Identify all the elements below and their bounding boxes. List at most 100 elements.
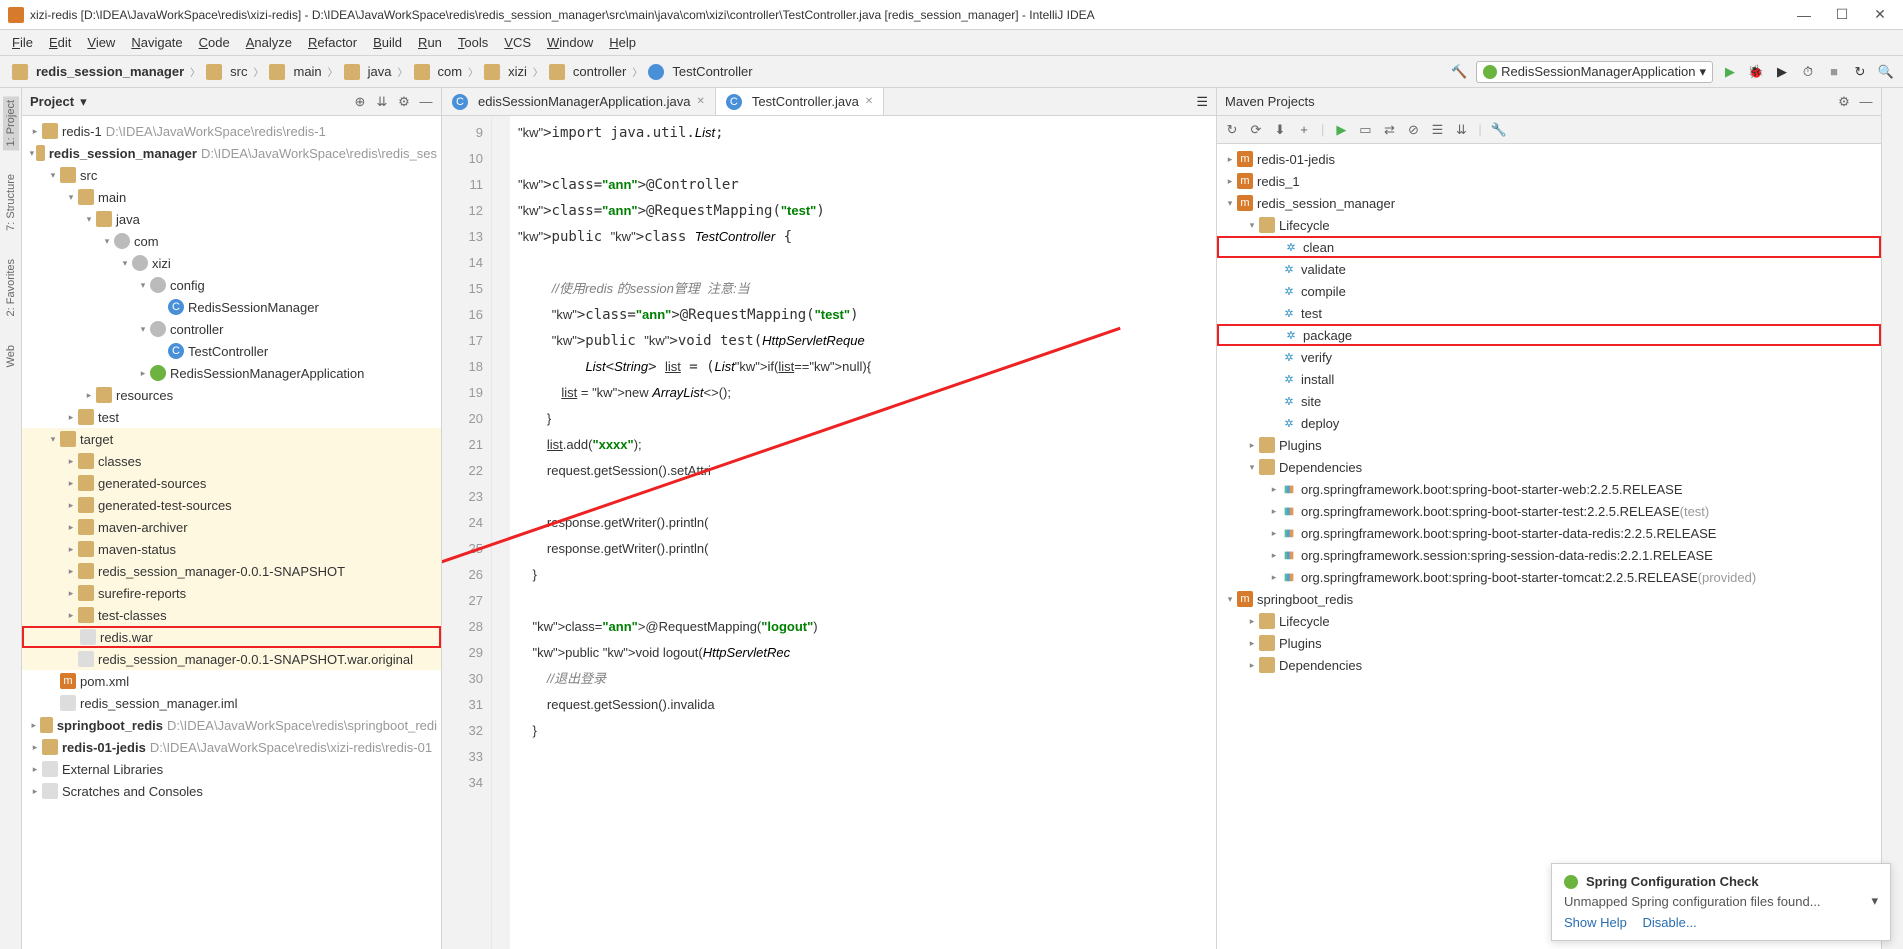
run-icon[interactable]: ▶ [1334, 123, 1348, 137]
execute-icon[interactable]: ▭ [1358, 123, 1372, 137]
tree-arrow-icon[interactable]: ▾ [136, 280, 150, 291]
settings-icon[interactable]: 🔧 [1492, 123, 1506, 137]
search-button[interactable]: 🔍 [1877, 63, 1895, 81]
tree-arrow-icon[interactable]: ▸ [64, 412, 78, 423]
tree-arrow-icon[interactable]: ▸ [28, 786, 42, 797]
tree-item-redis-war[interactable]: redis.war [22, 626, 441, 648]
project-tree[interactable]: ▸redis-1D:\IDEA\JavaWorkSpace\redis\redi… [22, 116, 441, 949]
tree-item-target[interactable]: ▾target [22, 428, 441, 450]
coverage-button[interactable]: ▶ [1773, 63, 1791, 81]
tree-arrow-icon[interactable]: ▾ [1245, 462, 1259, 473]
tree-arrow-icon[interactable]: ▸ [64, 456, 78, 467]
tree-arrow-icon[interactable]: ▸ [64, 500, 78, 511]
tree-arrow-icon[interactable]: ▾ [100, 236, 114, 247]
tree-arrow-icon[interactable]: ▸ [28, 126, 42, 137]
maven-item-validate[interactable]: ✲validate [1217, 258, 1881, 280]
maven-item-deploy[interactable]: ✲deploy [1217, 412, 1881, 434]
reimport-icon[interactable]: ↻ [1225, 123, 1239, 137]
tree-arrow-icon[interactable]: ▾ [82, 214, 96, 225]
tree-arrow-icon[interactable]: ▾ [46, 170, 60, 181]
generate-icon[interactable]: ⟳ [1249, 123, 1263, 137]
breadcrumb-xizi[interactable]: xizi [480, 62, 531, 82]
tree-item-config[interactable]: ▾config [22, 274, 441, 296]
menu-refactor[interactable]: Refactor [300, 33, 365, 52]
tree-arrow-icon[interactable]: ▸ [28, 720, 40, 731]
tree-arrow-icon[interactable]: ▸ [1245, 616, 1259, 627]
maven-item-site[interactable]: ✲site [1217, 390, 1881, 412]
menu-run[interactable]: Run [410, 33, 450, 52]
menu-window[interactable]: Window [539, 33, 601, 52]
breadcrumb-TestController[interactable]: TestController [644, 62, 756, 82]
menu-edit[interactable]: Edit [41, 33, 79, 52]
tree-item-redis_session_manager-iml[interactable]: redis_session_manager.iml [22, 692, 441, 714]
tree-item-main[interactable]: ▾main [22, 186, 441, 208]
tree-item-controller[interactable]: ▾controller [22, 318, 441, 340]
run-config-dropdown[interactable]: RedisSessionManagerApplication ▾ [1476, 61, 1713, 83]
add-icon[interactable]: + [1297, 123, 1311, 137]
maven-item-plugins[interactable]: ▸Plugins [1217, 632, 1881, 654]
breadcrumb-java[interactable]: java [340, 62, 396, 82]
maven-item-clean[interactable]: ✲clean [1217, 236, 1881, 258]
tree-item-external-libraries[interactable]: ▸External Libraries [22, 758, 441, 780]
tree-arrow-icon[interactable]: ▸ [64, 544, 78, 555]
tree-arrow-icon[interactable]: ▸ [64, 478, 78, 489]
tree-arrow-icon[interactable]: ▾ [64, 192, 78, 203]
tree-arrow-icon[interactable]: ▸ [82, 390, 96, 401]
hide-icon[interactable]: — [1859, 95, 1873, 109]
tool-tab-1-project[interactable]: 1: Project [3, 96, 19, 150]
tree-item-resources[interactable]: ▸resources [22, 384, 441, 406]
show-deps-icon[interactable]: ☰ [1430, 123, 1444, 137]
editor-tab-edissessionmanagerapplication-java[interactable]: CedisSessionManagerApplication.java✕ [442, 88, 716, 115]
tree-arrow-icon[interactable]: ▸ [64, 522, 78, 533]
maven-item-org-springframework-boot-spring-boot-starter-data-redis-2-2-5-release[interactable]: ▸▮▮▮org.springframework.boot:spring-boot… [1217, 522, 1881, 544]
menu-view[interactable]: View [79, 33, 123, 52]
gear-icon[interactable]: ⚙ [397, 95, 411, 109]
debug-button[interactable]: 🐞 [1747, 63, 1765, 81]
tree-item-redis-01-jedis[interactable]: ▸redis-01-jedisD:\IDEA\JavaWorkSpace\red… [22, 736, 441, 758]
toggle-icon[interactable]: ⇄ [1382, 123, 1396, 137]
tree-arrow-icon[interactable]: ▸ [1245, 638, 1259, 649]
maven-item-org-springframework-session-spring-session-data-redis-2-2-1-release[interactable]: ▸▮▮▮org.springframework.session:spring-s… [1217, 544, 1881, 566]
maven-item-springboot_redis[interactable]: ▾mspringboot_redis [1217, 588, 1881, 610]
tree-item-redis_session_manager[interactable]: ▾redis_session_managerD:\IDEA\JavaWorkSp… [22, 142, 441, 164]
chevron-down-icon[interactable]: ▾ [1871, 893, 1878, 909]
maven-item-org-springframework-boot-spring-boot-starter-test-2-2-5-release[interactable]: ▸▮▮▮org.springframework.boot:spring-boot… [1217, 500, 1881, 522]
tree-item-redis_session_manager-0-0-1-snapshot-war-original[interactable]: redis_session_manager-0.0.1-SNAPSHOT.war… [22, 648, 441, 670]
maven-item-package[interactable]: ✲package [1217, 324, 1881, 346]
gear-icon[interactable]: ⚙ [1837, 95, 1851, 109]
tree-item-springboot_redis[interactable]: ▸springboot_redisD:\IDEA\JavaWorkSpace\r… [22, 714, 441, 736]
tree-arrow-icon[interactable]: ▸ [1245, 660, 1259, 671]
maven-item-redis_session_manager[interactable]: ▾mredis_session_manager [1217, 192, 1881, 214]
tree-item-generated-sources[interactable]: ▸generated-sources [22, 472, 441, 494]
collapse-icon[interactable]: ⇊ [1454, 123, 1468, 137]
tree-item-redis-1[interactable]: ▸redis-1D:\IDEA\JavaWorkSpace\redis\redi… [22, 120, 441, 142]
close-button[interactable]: ✕ [1873, 8, 1887, 22]
tree-item-maven-status[interactable]: ▸maven-status [22, 538, 441, 560]
editor-content[interactable]: 9101112131415161718192021222324252627282… [442, 116, 1216, 949]
tree-arrow-icon[interactable]: ▾ [1223, 594, 1237, 605]
tree-arrow-icon[interactable]: ▸ [1267, 484, 1281, 495]
maven-item-test[interactable]: ✲test [1217, 302, 1881, 324]
tree-item-classes[interactable]: ▸classes [22, 450, 441, 472]
maximize-button[interactable]: ☐ [1835, 8, 1849, 22]
stop-button[interactable]: ■ [1825, 63, 1843, 81]
tree-arrow-icon[interactable]: ▸ [28, 742, 42, 753]
tree-item-surefire-reports[interactable]: ▸surefire-reports [22, 582, 441, 604]
breadcrumb-src[interactable]: src [202, 62, 251, 82]
maven-item-plugins[interactable]: ▸Plugins [1217, 434, 1881, 456]
breadcrumb-com[interactable]: com [410, 62, 467, 82]
tree-item-maven-archiver[interactable]: ▸maven-archiver [22, 516, 441, 538]
menu-build[interactable]: Build [365, 33, 410, 52]
show-help-link[interactable]: Show Help [1564, 915, 1627, 930]
collapse-all-icon[interactable]: ⇊ [375, 95, 389, 109]
maven-item-org-springframework-boot-spring-boot-starter-tomcat-2-2-5-release[interactable]: ▸▮▮▮org.springframework.boot:spring-boot… [1217, 566, 1881, 588]
tree-arrow-icon[interactable]: ▸ [64, 588, 78, 599]
tree-item-test-classes[interactable]: ▸test-classes [22, 604, 441, 626]
download-icon[interactable]: ⬇ [1273, 123, 1287, 137]
maven-item-lifecycle[interactable]: ▾Lifecycle [1217, 214, 1881, 236]
tree-item-java[interactable]: ▾java [22, 208, 441, 230]
breadcrumb-controller[interactable]: controller [545, 62, 630, 82]
breadcrumb-icon[interactable]: ☰ [1196, 94, 1208, 110]
chevron-down-icon[interactable]: ▾ [80, 94, 87, 110]
tree-arrow-icon[interactable]: ▾ [136, 324, 150, 335]
